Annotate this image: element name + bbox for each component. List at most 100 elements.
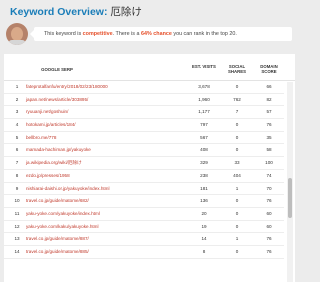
- row-number: 2: [15, 96, 19, 102]
- est-visits-value: 3,678: [198, 84, 210, 89]
- row-number: 4: [15, 122, 19, 128]
- table-header: GOOGLE SERP EST. VISITS SOCIAL SHARES DO…: [4, 54, 295, 81]
- avatar-face: [11, 27, 23, 41]
- social-shares-value: 0: [235, 198, 239, 204]
- table-row: 14 travel.co.jp/guide/matome/885/8 0 76: [4, 246, 284, 259]
- summary-middle: . There is a: [112, 31, 141, 37]
- row-number: 10: [14, 198, 20, 204]
- domain-score-value: 60: [266, 223, 272, 229]
- serp-url-link[interactable]: nishiarai-daishi.or.jp/yakuyoke/index.ht…: [26, 183, 110, 195]
- table-row: 11 yaku-yoke.com/yakuyoke/index.html 20 0 60: [4, 208, 284, 221]
- social-shares-value: 1: [235, 236, 239, 242]
- social-shares-value: 0: [235, 84, 239, 89]
- avatar-shirt: [8, 40, 26, 45]
- social-shares-value: 762: [233, 96, 241, 102]
- column-est-visits[interactable]: EST. VISITS: [191, 64, 217, 69]
- est-visits-value: 1,177: [198, 109, 210, 115]
- social-shares-value: 7: [235, 109, 239, 115]
- table-row: 6 mamada-hachiman.jp/yakuyoke 408 0 58: [4, 144, 284, 158]
- est-visits-value: 14: [201, 236, 207, 242]
- title-label: Keyword Overview:: [10, 6, 108, 18]
- social-shares-value: 0: [235, 122, 239, 128]
- row-number: 5: [15, 134, 19, 140]
- row-number: 1: [15, 84, 19, 89]
- column-domain-score[interactable]: DOMAIN SCORE: [257, 64, 281, 74]
- row-number: 14: [14, 248, 20, 254]
- serp-url-link[interactable]: hotokami.jp/articles/184/: [26, 119, 76, 131]
- social-shares-value: 0: [235, 223, 239, 229]
- serp-url-link[interactable]: travel.co.jp/guide/matome/682/: [26, 195, 89, 207]
- row-number: 13: [14, 236, 20, 242]
- domain-score-value: 76: [266, 236, 272, 242]
- est-visits-value: 797: [200, 122, 208, 128]
- est-visits-value: 19: [201, 223, 207, 229]
- est-visits-value: 20: [201, 210, 207, 216]
- column-google-serp[interactable]: GOOGLE SERP: [22, 67, 92, 72]
- title-keyword: 厄除け: [110, 6, 142, 18]
- difficulty-label: competitive: [82, 31, 113, 37]
- table-row: 7 ja.wikipedia.org/wiki/厄除け 329 33 100: [4, 157, 284, 170]
- serp-url-link[interactable]: ja.wikipedia.org/wiki/厄除け: [26, 157, 82, 169]
- serp-url-link[interactable]: fateprotalfanfu/entry/2018/02/23/180000: [26, 81, 108, 93]
- scrollbar-thumb[interactable]: [288, 178, 292, 218]
- row-number: 3: [15, 109, 19, 115]
- serp-url-link[interactable]: mamada-hachiman.jp/yakuyoke: [26, 144, 91, 156]
- serp-url-link[interactable]: travel.co.jp/guide/matome/885/: [26, 246, 89, 258]
- row-number: 8: [15, 172, 19, 178]
- table-row: 8 ezdo.jp/presses/1958 238 404 74: [4, 170, 284, 183]
- social-shares-value: 404: [233, 172, 241, 178]
- table-row: 3 ryuuanji.net/goshuin/1,177 7 57: [4, 106, 284, 120]
- social-shares-value: 1: [235, 185, 239, 191]
- serp-url-link[interactable]: yaku-yoke.com/yakuyoke/index.html: [26, 208, 100, 220]
- social-shares-value: 0: [235, 147, 239, 153]
- column-social-shares[interactable]: SOCIAL SHARES: [225, 64, 249, 74]
- page-title: Keyword Overview: 厄除け: [10, 4, 142, 19]
- row-number: 9: [15, 185, 19, 191]
- domain-score-value: 76: [266, 248, 272, 254]
- table-row: 9 nishiarai-daishi.or.jp/yakuyoke/index.h…: [4, 183, 284, 196]
- domain-score-value: 35: [266, 134, 272, 140]
- avatar: [6, 23, 28, 45]
- social-shares-value: 0: [235, 134, 239, 140]
- summary-prefix: This keyword is: [44, 31, 83, 37]
- table-body: 1 fateprotalfanfu/entry/2018/02/23/180000…: [4, 81, 284, 259]
- row-number: 6: [15, 147, 19, 153]
- table-row: 10 travel.co.jp/guide/matome/682/136 0 76: [4, 195, 284, 208]
- table-row: 13 travel.co.jp/guide/matome/887/14 1 76: [4, 233, 284, 246]
- social-shares-value: 0: [235, 210, 239, 216]
- est-visits-value: 238: [200, 172, 208, 178]
- serp-url-link[interactable]: yaku-yoke.com/kaku/yakuyoke.html: [26, 221, 99, 233]
- domain-score-value: 76: [266, 198, 272, 204]
- domain-score-value: 100: [265, 160, 273, 166]
- domain-score-value: 82: [266, 96, 272, 102]
- row-number: 12: [14, 223, 20, 229]
- est-visits-value: 1,960: [198, 96, 210, 102]
- table-scrollbar[interactable]: [287, 82, 293, 282]
- row-number: 7: [15, 160, 19, 166]
- table-row: 2 japan.net/news/article/303895/1,960 762 8…: [4, 94, 284, 107]
- domain-score-value: 57: [266, 109, 272, 115]
- table-row: 12 yaku-yoke.com/kaku/yakuyoke.html 19 0 60: [4, 221, 284, 234]
- est-visits-value: 181: [200, 185, 208, 191]
- table-row: 1 fateprotalfanfu/entry/2018/02/23/180000…: [4, 81, 284, 94]
- domain-score-value: 74: [266, 172, 272, 178]
- row-number: 11: [14, 210, 20, 216]
- est-visits-value: 136: [200, 198, 208, 204]
- domain-score-value: 60: [266, 210, 272, 216]
- serp-url-link[interactable]: bellbro.me/778: [26, 132, 56, 144]
- serp-url-link[interactable]: japan.net/news/article/303895/: [26, 94, 88, 106]
- serp-url-link[interactable]: ezdo.jp/presses/1958: [26, 170, 70, 182]
- table-row: 4 hotokami.jp/articles/184/797 0 76: [4, 119, 284, 132]
- est-visits-value: 567: [200, 134, 208, 140]
- serp-url-link[interactable]: travel.co.jp/guide/matome/887/: [26, 233, 89, 245]
- summary-bubble: This keyword is competitive. There is a …: [30, 27, 292, 41]
- serp-url-link[interactable]: ryuuanji.net/goshuin/: [26, 106, 68, 118]
- est-visits-value: 408: [200, 147, 208, 153]
- social-shares-value: 0: [235, 248, 239, 254]
- serp-table: GOOGLE SERP EST. VISITS SOCIAL SHARES DO…: [4, 54, 295, 282]
- chance-label: 64% chance: [141, 31, 172, 37]
- est-visits-value: 329: [200, 160, 208, 166]
- social-shares-value: 33: [234, 160, 240, 166]
- domain-score-value: 76: [266, 122, 272, 128]
- est-visits-value: 8: [202, 248, 206, 254]
